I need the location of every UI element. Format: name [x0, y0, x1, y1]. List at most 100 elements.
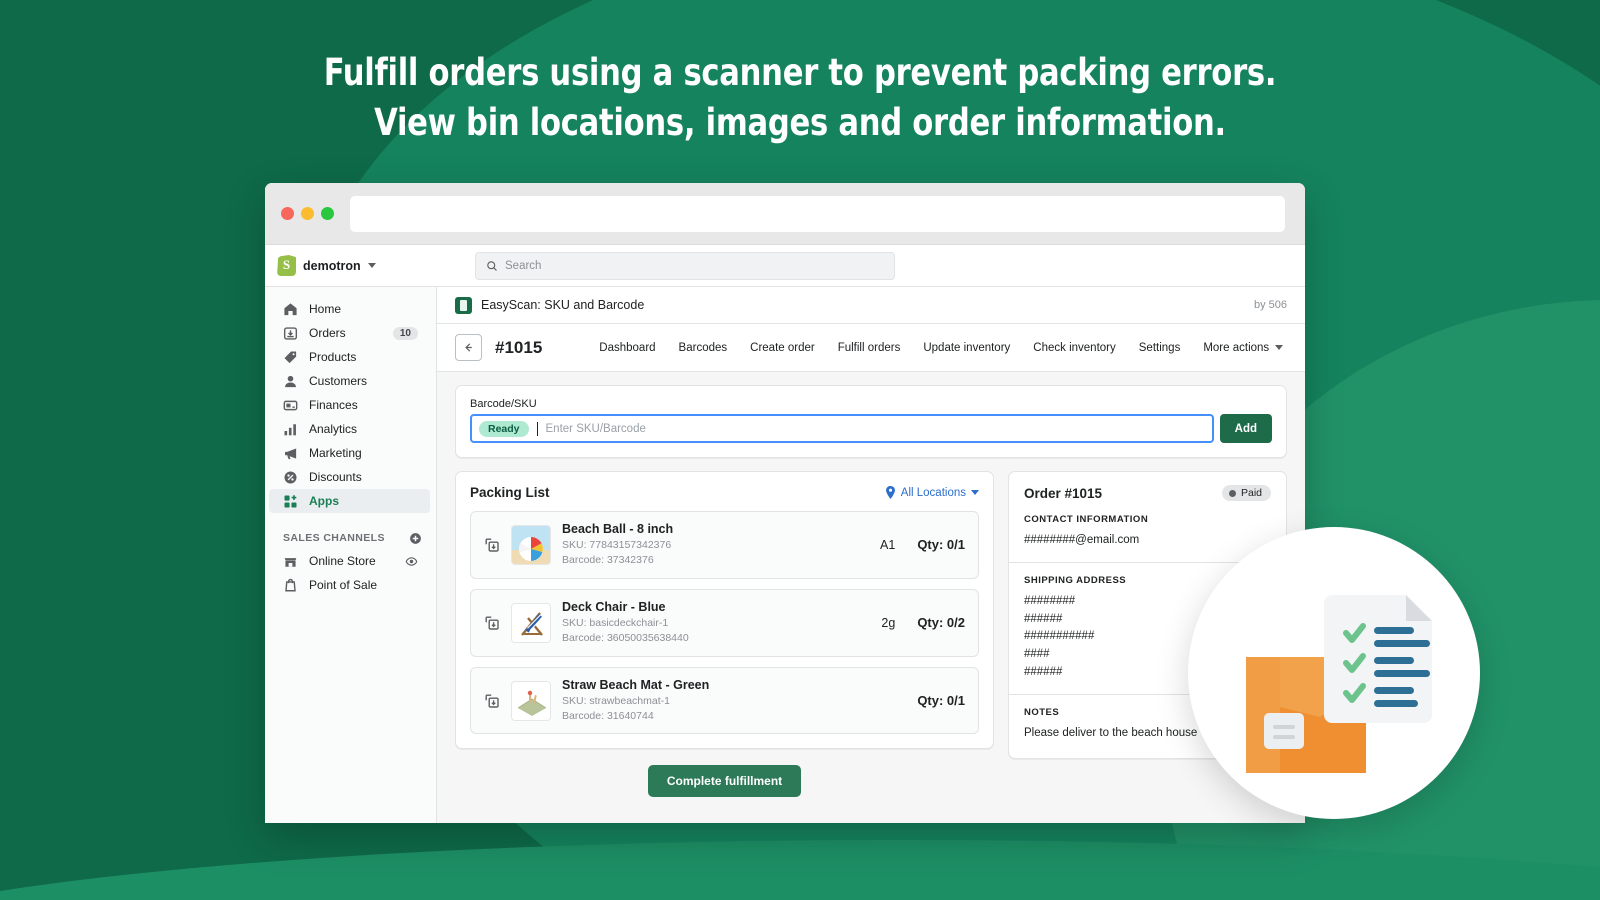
sidebar-label: Apps [309, 494, 418, 508]
add-button[interactable]: Add [1220, 414, 1272, 443]
tab-create-order[interactable]: Create order [750, 342, 815, 354]
location-filter-dropdown[interactable]: All Locations [885, 486, 979, 499]
sidebar-label: Marketing [309, 446, 418, 460]
product-thumbnail [511, 603, 551, 643]
quantity-status: Qty: 0/2 [917, 615, 965, 630]
app-developer: by 506 [1254, 299, 1287, 311]
chevron-down-icon [1275, 345, 1283, 350]
search-placeholder: Search [505, 260, 541, 272]
table-row[interactable]: Straw Beach Mat - Green SKU: strawbeachm… [470, 667, 979, 735]
table-row[interactable]: Beach Ball - 8 inch SKU: 77843157342376 … [470, 511, 979, 579]
text-cursor [537, 422, 538, 436]
headline-line-2: View bin locations, images and order inf… [64, 98, 1536, 148]
app-title: EasyScan: SKU and Barcode [481, 298, 1254, 312]
plus-circle-icon[interactable] [409, 532, 422, 545]
discounts-icon [283, 470, 298, 485]
close-window-icon[interactable] [281, 207, 294, 220]
search-icon [486, 260, 498, 272]
sidebar-label: Discounts [309, 470, 418, 484]
more-actions-label: More actions [1203, 342, 1269, 354]
search-input[interactable]: Search [475, 252, 895, 280]
contact-information-label: CONTACT INFORMATION [1024, 514, 1271, 525]
tab-fulfill-orders[interactable]: Fulfill orders [838, 342, 901, 354]
product-sku: SKU: 77843157342376 [562, 538, 869, 553]
sidebar-label: Analytics [309, 422, 418, 436]
bin-location: 2g [881, 616, 895, 630]
sidebar-label: Online Store [309, 554, 394, 568]
scanner-status-badge: Ready [479, 421, 529, 437]
footer-actions: Complete fulfillment [455, 749, 994, 797]
packing-list-card: Packing List All Locations [455, 471, 994, 749]
tab-update-inventory[interactable]: Update inventory [923, 342, 1010, 354]
tab-settings[interactable]: Settings [1139, 342, 1181, 354]
pos-icon [283, 578, 298, 593]
order-summary-header: Order #1015 Paid [1024, 485, 1271, 501]
page-body: Barcode/SKU Ready Enter SKU/Barcode Add [437, 372, 1305, 823]
status-badge: Paid [1222, 485, 1271, 501]
shopify-topbar: demotron Search [265, 245, 1305, 287]
sidebar-item-apps[interactable]: Apps [269, 489, 430, 513]
sidebar-item-online-store[interactable]: Online Store [269, 549, 430, 573]
tab-barcodes[interactable]: Barcodes [679, 342, 728, 354]
window-controls [281, 207, 334, 220]
chevron-down-icon [368, 263, 376, 268]
sidebar-item-marketing[interactable]: Marketing [269, 441, 430, 465]
product-name: Beach Ball - 8 inch [562, 522, 869, 536]
more-actions-button[interactable]: More actions [1203, 342, 1283, 354]
product-barcode: Barcode: 37342376 [562, 553, 869, 568]
sidebar-label: Point of Sale [309, 578, 418, 592]
location-pin-icon [885, 486, 896, 499]
table-row[interactable]: Deck Chair - Blue SKU: basicdeckchair-1 … [470, 589, 979, 657]
product-name: Straw Beach Mat - Green [562, 678, 884, 692]
sidebar-item-finances[interactable]: Finances [269, 393, 430, 417]
barcode-input[interactable]: Ready Enter SKU/Barcode [470, 414, 1214, 443]
quantity-status: Qty: 0/1 [917, 537, 965, 552]
sales-channels-header: SALES CHANNELS [265, 527, 436, 549]
feature-illustration [1188, 527, 1480, 819]
browser-titlebar [265, 183, 1305, 245]
item-details: Straw Beach Mat - Green SKU: strawbeachm… [562, 678, 884, 724]
page-title: #1015 [495, 338, 542, 358]
status-label: Paid [1241, 487, 1262, 499]
store-icon [283, 554, 298, 569]
minimize-window-icon[interactable] [301, 207, 314, 220]
product-thumbnail [511, 681, 551, 721]
customers-icon [283, 374, 298, 389]
url-bar[interactable] [350, 196, 1285, 232]
product-name: Deck Chair - Blue [562, 600, 870, 614]
sidebar-label: Finances [309, 398, 418, 412]
complete-fulfillment-button[interactable]: Complete fulfillment [648, 765, 801, 797]
headline-line-1: Fulfill orders using a scanner to preven… [64, 48, 1536, 98]
packing-list-column: Packing List All Locations [455, 471, 994, 797]
page-header: #1015 Dashboard Barcodes Create order Fu… [437, 324, 1305, 372]
sidebar-item-orders[interactable]: Orders 10 [269, 321, 430, 345]
contact-email: ########@email.com [1024, 532, 1271, 550]
move-to-box-icon[interactable] [484, 615, 500, 631]
barcode-input-row: Ready Enter SKU/Barcode Add [470, 414, 1272, 443]
sidebar-item-discounts[interactable]: Discounts [269, 465, 430, 489]
sidebar-item-customers[interactable]: Customers [269, 369, 430, 393]
tab-dashboard[interactable]: Dashboard [599, 342, 655, 354]
eye-icon[interactable] [405, 555, 418, 568]
store-switcher[interactable]: demotron [277, 255, 437, 276]
back-button[interactable] [455, 334, 482, 361]
headline: Fulfill orders using a scanner to preven… [64, 48, 1536, 149]
packing-checklist-illustration [1188, 527, 1480, 819]
sidebar-item-home[interactable]: Home [269, 297, 430, 321]
tab-check-inventory[interactable]: Check inventory [1033, 342, 1115, 354]
arrow-left-icon [462, 341, 475, 354]
easyscan-app-icon [455, 297, 472, 314]
move-to-box-icon[interactable] [484, 537, 500, 553]
sales-channels-title: SALES CHANNELS [283, 532, 385, 544]
sidebar-item-point-of-sale[interactable]: Point of Sale [269, 573, 430, 597]
marketing-icon [283, 446, 298, 461]
finances-icon [283, 398, 298, 413]
barcode-field-label: Barcode/SKU [470, 398, 1272, 410]
barcode-scan-card: Barcode/SKU Ready Enter SKU/Barcode Add [455, 385, 1287, 458]
sidebar-spacer [265, 513, 436, 527]
sidebar: Home Orders 10 Products [265, 287, 437, 823]
sidebar-item-products[interactable]: Products [269, 345, 430, 369]
sidebar-item-analytics[interactable]: Analytics [269, 417, 430, 441]
move-to-box-icon[interactable] [484, 693, 500, 709]
maximize-window-icon[interactable] [321, 207, 334, 220]
